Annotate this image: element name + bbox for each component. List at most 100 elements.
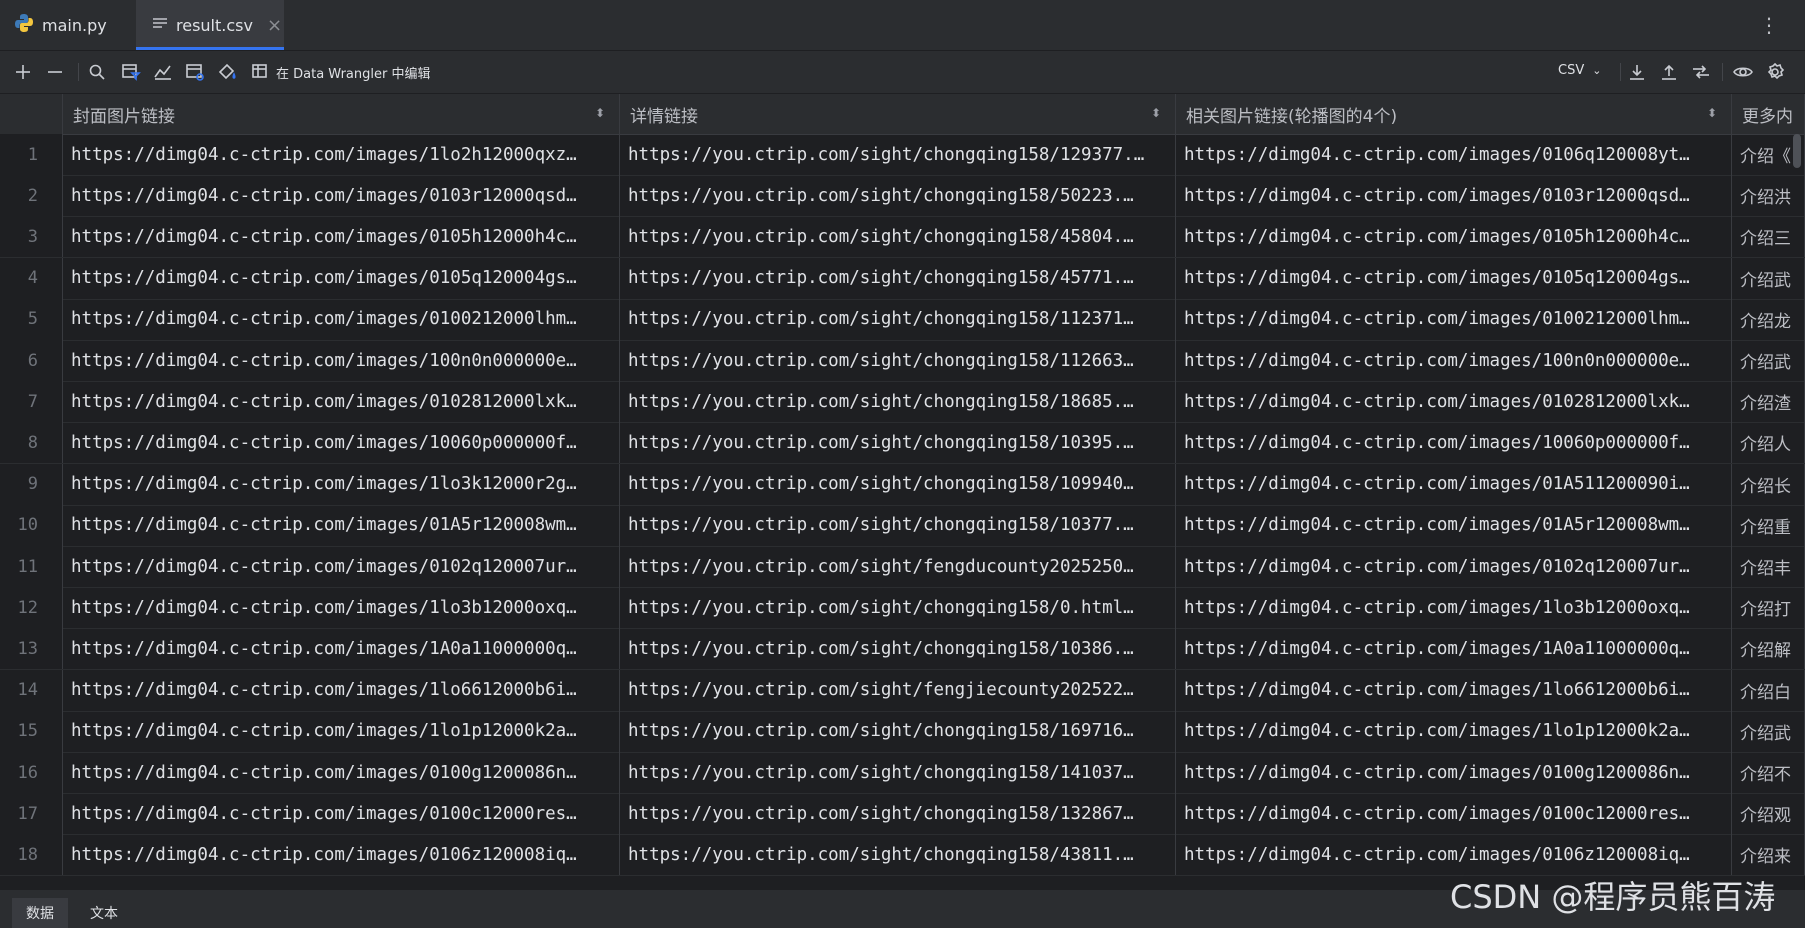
table-row[interactable]: 14 https://dimg04.c-ctrip.com/images/1lo6…: [0, 669, 1805, 712]
table-cell[interactable]: https://dimg04.c-ctrip.com/images/0105q1…: [1176, 257, 1732, 299]
table-cell[interactable]: https://dimg04.c-ctrip.com/images/0106q1…: [1176, 134, 1732, 175]
table-cell[interactable]: https://dimg04.c-ctrip.com/images/0103r1…: [1176, 175, 1732, 217]
compare-icon[interactable]: [1688, 59, 1714, 85]
tab-result-csv[interactable]: result.csv ×: [136, 0, 284, 50]
upload-icon[interactable]: [1656, 59, 1682, 85]
table-cell[interactable]: https://dimg04.c-ctrip.com/images/1lo1p1…: [63, 710, 620, 752]
table-row[interactable]: 15 https://dimg04.c-ctrip.com/images/1lo1…: [0, 710, 1805, 753]
gear-icon[interactable]: [1762, 59, 1788, 85]
table-cell[interactable]: https://dimg04.c-ctrip.com/images/010021…: [63, 298, 620, 340]
table-cell[interactable]: https://dimg04.c-ctrip.com/images/1lo661…: [63, 669, 620, 711]
table-cell[interactable]: https://you.ctrip.com/sight/chongqing158…: [620, 340, 1176, 381]
data-wrangler-button[interactable]: 在 Data Wrangler 中编辑: [276, 63, 430, 82]
tab-text[interactable]: 文本: [76, 898, 132, 928]
table-cell[interactable]: https://dimg04.c-ctrip.com/images/0102q1…: [63, 546, 620, 587]
table-cell[interactable]: https://dimg04.c-ctrip.com/images/0106z1…: [1176, 834, 1732, 876]
table-cell[interactable]: https://dimg04.c-ctrip.com/images/010281…: [1176, 381, 1732, 423]
table-cell[interactable]: https://dimg04.c-ctrip.com/images/0102q1…: [1176, 546, 1732, 587]
table-cell[interactable]: https://dimg04.c-ctrip.com/images/10060p…: [63, 422, 620, 464]
table-cell[interactable]: 介绍人: [1732, 422, 1805, 464]
table-cell[interactable]: 介绍解: [1732, 628, 1805, 670]
table-row[interactable]: 8 https://dimg04.c-ctrip.com/images/10060…: [0, 422, 1805, 465]
table-cell[interactable]: https://dimg04.c-ctrip.com/images/0100c1…: [63, 793, 620, 835]
table-cell[interactable]: https://dimg04.c-ctrip.com/images/10060p…: [1176, 422, 1732, 464]
table-cell[interactable]: 介绍不: [1732, 752, 1805, 793]
close-icon[interactable]: ×: [267, 15, 282, 36]
table-row[interactable]: 2 https://dimg04.c-ctrip.com/images/0103r…: [0, 175, 1805, 218]
table-cell[interactable]: 介绍渣: [1732, 381, 1805, 423]
column-header[interactable]: 相关图片链接(轮播图的4个) ⬍: [1176, 94, 1732, 134]
table-cell[interactable]: 介绍武: [1732, 257, 1805, 299]
table-row[interactable]: 18 https://dimg04.c-ctrip.com/images/0106…: [0, 834, 1805, 877]
table-cell[interactable]: https://dimg04.c-ctrip.com/images/010021…: [1176, 298, 1732, 340]
table-row[interactable]: 7 https://dimg04.c-ctrip.com/images/01028…: [0, 381, 1805, 424]
table-cell[interactable]: https://you.ctrip.com/sight/chongqing158…: [620, 134, 1176, 175]
table-cell[interactable]: https://dimg04.c-ctrip.com/images/010281…: [63, 381, 620, 423]
table-cell[interactable]: 介绍重: [1732, 504, 1805, 546]
table-cell[interactable]: https://you.ctrip.com/sight/chongqing158…: [620, 422, 1176, 464]
sort-icon[interactable]: ⬍: [595, 106, 605, 120]
table-cell[interactable]: https://dimg04.c-ctrip.com/images/0106z1…: [63, 834, 620, 876]
table-cell[interactable]: https://you.ctrip.com/sight/chongqing158…: [620, 752, 1176, 793]
table-cell[interactable]: https://dimg04.c-ctrip.com/images/01A511…: [1176, 463, 1732, 505]
tab-data[interactable]: 数据: [12, 898, 68, 928]
table-row[interactable]: 9 https://dimg04.c-ctrip.com/images/1lo3k…: [0, 463, 1805, 506]
column-header[interactable]: 封面图片链接 ⬍: [63, 94, 620, 134]
table-row[interactable]: 10 https://dimg04.c-ctrip.com/images/01A5…: [0, 504, 1805, 547]
table-cell[interactable]: 介绍武: [1732, 340, 1805, 381]
table-row[interactable]: 5 https://dimg04.c-ctrip.com/images/01002…: [0, 298, 1805, 341]
table-cell[interactable]: https://dimg04.c-ctrip.com/images/0100c1…: [1176, 793, 1732, 835]
table-cell[interactable]: https://you.ctrip.com/sight/chongqing158…: [620, 710, 1176, 752]
table-cell[interactable]: https://dimg04.c-ctrip.com/images/0105h1…: [63, 216, 620, 258]
table-cell[interactable]: https://dimg04.c-ctrip.com/images/1lo2h1…: [63, 134, 620, 175]
table-cell[interactable]: https://you.ctrip.com/sight/chongqing158…: [620, 504, 1176, 546]
table-cell[interactable]: https://you.ctrip.com/sight/chongqing158…: [620, 834, 1176, 876]
tab-main-py[interactable]: main.py: [14, 0, 134, 50]
table-row[interactable]: 4 https://dimg04.c-ctrip.com/images/0105q…: [0, 257, 1805, 300]
more-options-icon[interactable]: ⋮: [1759, 13, 1779, 37]
table-cell[interactable]: https://you.ctrip.com/sight/chongqing158…: [620, 628, 1176, 670]
table-view-icon[interactable]: [182, 59, 208, 85]
chart-icon[interactable]: [150, 59, 176, 85]
table-cell[interactable]: 介绍白: [1732, 669, 1805, 711]
table-cell[interactable]: https://dimg04.c-ctrip.com/images/0105q1…: [63, 257, 620, 299]
table-cell[interactable]: https://you.ctrip.com/sight/chongqing158…: [620, 298, 1176, 340]
table-cell[interactable]: https://dimg04.c-ctrip.com/images/100n0n…: [1176, 340, 1732, 381]
search-icon[interactable]: [84, 59, 110, 85]
table-cell[interactable]: https://you.ctrip.com/sight/chongqing158…: [620, 463, 1176, 505]
data-wrangler-icon[interactable]: [248, 59, 274, 85]
table-cell[interactable]: https://dimg04.c-ctrip.com/images/1A0a11…: [63, 628, 620, 670]
table-cell[interactable]: https://you.ctrip.com/sight/fengducounty…: [620, 546, 1176, 587]
table-row[interactable]: 12 https://dimg04.c-ctrip.com/images/1lo3…: [0, 587, 1805, 630]
add-row-icon[interactable]: [10, 59, 36, 85]
table-cell[interactable]: 介绍武: [1732, 710, 1805, 752]
table-cell[interactable]: https://dimg04.c-ctrip.com/images/1A0a11…: [1176, 628, 1732, 670]
table-cell[interactable]: https://dimg04.c-ctrip.com/images/1lo3b1…: [63, 587, 620, 629]
table-cell[interactable]: https://you.ctrip.com/sight/chongqing158…: [620, 216, 1176, 258]
column-header[interactable]: 详情链接 ⬍: [620, 94, 1176, 134]
vertical-scrollbar[interactable]: [1793, 134, 1801, 168]
table-cell[interactable]: https://dimg04.c-ctrip.com/images/01A5r1…: [63, 504, 620, 546]
table-cell[interactable]: https://you.ctrip.com/sight/chongqing158…: [620, 381, 1176, 423]
table-cell[interactable]: https://dimg04.c-ctrip.com/images/1lo3b1…: [1176, 587, 1732, 629]
table-cell[interactable]: https://dimg04.c-ctrip.com/images/0100g1…: [63, 752, 620, 793]
eye-icon[interactable]: [1730, 59, 1756, 85]
table-cell[interactable]: https://you.ctrip.com/sight/fengjiecount…: [620, 669, 1176, 711]
table-cell[interactable]: https://you.ctrip.com/sight/chongqing158…: [620, 587, 1176, 629]
table-cell[interactable]: 介绍龙: [1732, 298, 1805, 340]
column-header[interactable]: 更多内: [1732, 94, 1805, 134]
download-icon[interactable]: [1624, 59, 1650, 85]
table-row[interactable]: 1 https://dimg04.c-ctrip.com/images/1lo2h…: [0, 134, 1805, 176]
table-cell[interactable]: https://you.ctrip.com/sight/chongqing158…: [620, 175, 1176, 217]
filter-table-icon[interactable]: [118, 59, 144, 85]
table-cell[interactable]: 介绍来: [1732, 834, 1805, 876]
format-dropdown[interactable]: CSV ⌄: [1558, 63, 1601, 78]
table-row[interactable]: 17 https://dimg04.c-ctrip.com/images/0100…: [0, 793, 1805, 836]
table-cell[interactable]: https://you.ctrip.com/sight/chongqing158…: [620, 793, 1176, 835]
table-cell[interactable]: https://dimg04.c-ctrip.com/images/0100g1…: [1176, 752, 1732, 793]
table-row[interactable]: 16 https://dimg04.c-ctrip.com/images/0100…: [0, 752, 1805, 794]
table-row[interactable]: 6 https://dimg04.c-ctrip.com/images/100n0…: [0, 340, 1805, 382]
remove-row-icon[interactable]: [42, 59, 68, 85]
table-cell[interactable]: https://dimg04.c-ctrip.com/images/0105h1…: [1176, 216, 1732, 258]
table-row[interactable]: 13 https://dimg04.c-ctrip.com/images/1A0a…: [0, 628, 1805, 671]
